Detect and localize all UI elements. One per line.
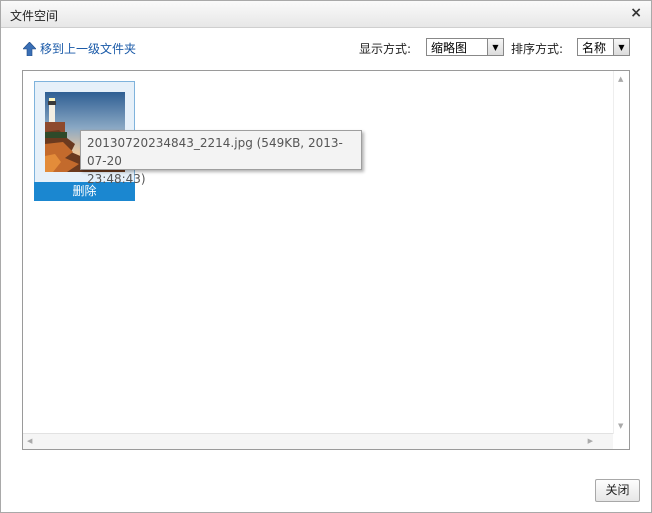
dialog-title: 文件空间 bbox=[10, 9, 59, 23]
dialog-titlebar: 文件空间 × bbox=[1, 1, 651, 28]
scroll-down-icon[interactable]: ▼ bbox=[618, 422, 623, 430]
display-mode-value: 缩略图 bbox=[431, 40, 468, 55]
scrollbar-corner bbox=[614, 434, 629, 449]
scroll-right-icon[interactable]: ▶ bbox=[588, 437, 593, 445]
vertical-scrollbar[interactable]: ▲ ▼ bbox=[613, 71, 629, 434]
sort-mode-label: 排序方式: bbox=[511, 42, 564, 56]
tooltip-line-2: 23:48:43) bbox=[87, 172, 146, 186]
display-mode-label: 显示方式: bbox=[359, 42, 412, 56]
horizontal-scrollbar[interactable]: ◀ ▶ bbox=[23, 433, 613, 449]
sort-mode-value: 名称 bbox=[582, 40, 607, 55]
chevron-down-icon[interactable]: ▼ bbox=[613, 39, 629, 55]
go-up-folder-label: 移到上一级文件夹 bbox=[40, 42, 137, 56]
close-icon[interactable]: × bbox=[630, 5, 642, 21]
sort-mode-select[interactable]: 名称 ▼ bbox=[577, 38, 630, 56]
scroll-up-icon[interactable]: ▲ bbox=[618, 75, 623, 83]
file-space-dialog: 文件空间 × 移到上一级文件夹 显示方式: 缩略图 ▼ 排序方式: 名称 ▼ 删… bbox=[0, 0, 652, 513]
go-up-folder-link[interactable]: 移到上一级文件夹 bbox=[23, 40, 136, 57]
scroll-left-icon[interactable]: ◀ bbox=[27, 437, 32, 445]
display-mode-select[interactable]: 缩略图 ▼ bbox=[426, 38, 504, 56]
tooltip-line-1: 20130720234843_2214.jpg (549KB, 2013-07-… bbox=[87, 136, 343, 168]
chevron-down-icon[interactable]: ▼ bbox=[487, 39, 503, 55]
file-info-tooltip: 20130720234843_2214.jpg (549KB, 2013-07-… bbox=[80, 130, 362, 186]
toolbar: 移到上一级文件夹 显示方式: 缩略图 ▼ 排序方式: 名称 ▼ bbox=[1, 28, 651, 68]
close-button[interactable]: 关闭 bbox=[595, 479, 640, 502]
file-list-pane: 删除 ▲ ▼ ◀ ▶ bbox=[22, 70, 630, 450]
arrow-up-icon bbox=[23, 41, 36, 56]
